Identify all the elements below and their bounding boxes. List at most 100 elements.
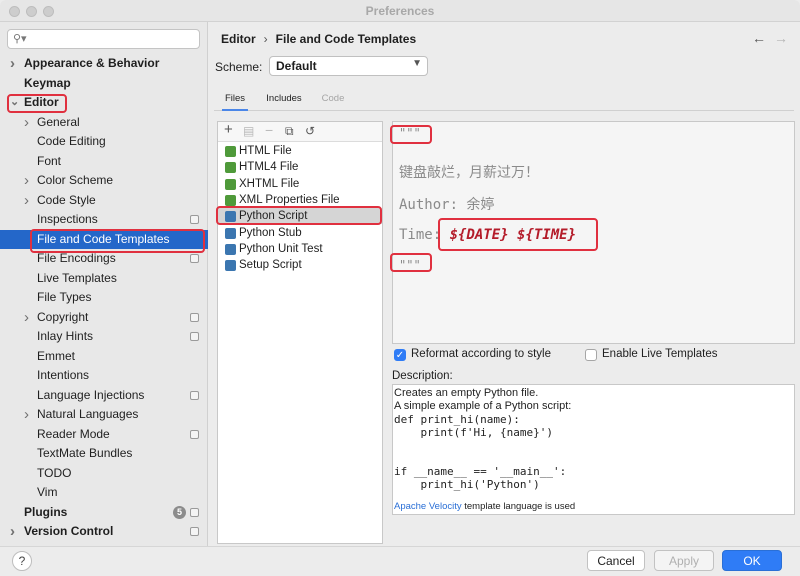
- tab-code[interactable]: Code: [320, 89, 346, 111]
- reformat-label: Reformat according to style: [411, 348, 551, 360]
- sidebar-item-vim[interactable]: Vim: [0, 483, 208, 503]
- plugins-update-badge: 5: [173, 505, 186, 519]
- description-line: Creates an empty Python file.: [394, 387, 539, 399]
- sidebar-item-language-injections[interactable]: Language Injections: [0, 386, 208, 406]
- apply-button[interactable]: Apply: [654, 550, 714, 571]
- sidebar-item-todo[interactable]: TODO: [0, 464, 208, 484]
- template-item-python-unit-test[interactable]: Python Unit Test: [218, 241, 382, 257]
- template-editor[interactable]: """ 键盘敲烂，月薪过万！ Author: 余婷 Time: ${DATE} …: [392, 121, 795, 344]
- editor-docstring-close: """: [399, 258, 421, 272]
- breadcrumb: Editor › File and Code Templates: [221, 32, 416, 46]
- file-template-icon: [225, 211, 236, 223]
- chevron-right-icon[interactable]: ›: [24, 308, 29, 327]
- search-icon: ⚲▾: [13, 33, 27, 45]
- sidebar-item-inlay-hints[interactable]: Inlay Hints: [0, 327, 208, 347]
- editor-line-time: Time: ${DATE} ${TIME}: [399, 227, 576, 243]
- cancel-button[interactable]: Cancel: [587, 550, 645, 571]
- template-item-html-file[interactable]: HTML File: [218, 143, 382, 159]
- window-title: Preferences: [365, 4, 435, 18]
- sidebar-item-file-encodings[interactable]: File Encodings: [0, 249, 208, 269]
- live-templates-label: Enable Live Templates: [602, 348, 718, 360]
- titlebar: Preferences: [0, 0, 800, 22]
- description-code-line: print(f'Hi, {name}'): [394, 426, 553, 439]
- sidebar-item-plugins[interactable]: Plugins 5: [0, 503, 208, 523]
- sidebar-item-code-editing[interactable]: Code Editing: [0, 132, 208, 152]
- sidebar-item-code-style[interactable]: › Code Style: [0, 191, 208, 211]
- sidebar-item-label: Live Templates: [37, 270, 117, 285]
- sidebar-item-intentions[interactable]: Intentions: [0, 366, 208, 386]
- add-icon[interactable]: +: [224, 121, 233, 138]
- sidebar-item-label: Editor: [24, 95, 59, 109]
- help-button[interactable]: ?: [12, 551, 32, 571]
- sidebar-item-font[interactable]: Font: [0, 152, 208, 172]
- breadcrumb-parent[interactable]: Editor: [221, 32, 256, 46]
- sidebar-item-label: Code Style: [37, 192, 96, 207]
- breadcrumb-current: File and Code Templates: [275, 32, 417, 46]
- chevron-down-icon[interactable]: ⌄: [10, 93, 19, 112]
- sidebar-item-label: File Types: [37, 290, 92, 304]
- sidebar-item-reader-mode[interactable]: Reader Mode: [0, 425, 208, 445]
- search-input[interactable]: ⚲▾: [7, 29, 200, 49]
- sidebar-item-label: TODO: [37, 465, 72, 480]
- scheme-value: Default: [276, 59, 317, 73]
- scheme-label: Scheme:: [215, 60, 263, 74]
- template-item-xhtml-file[interactable]: XHTML File: [218, 176, 382, 192]
- sidebar-item-emmet[interactable]: Emmet: [0, 347, 208, 367]
- chevron-right-icon[interactable]: ›: [24, 405, 29, 424]
- dialog-footer: ? Cancel Apply OK: [0, 546, 800, 576]
- arrow-right-icon[interactable]: →: [774, 30, 788, 46]
- main-panel: Editor › File and Code Templates ← → Schem…: [208, 22, 800, 546]
- remove-icon[interactable]: −: [265, 122, 273, 138]
- chevron-right-icon[interactable]: ›: [10, 54, 15, 73]
- breadcrumb-separator: ›: [263, 32, 268, 46]
- sidebar-item-version-control[interactable]: › Version Control: [0, 522, 208, 542]
- apache-velocity-link[interactable]: Apache Velocity: [394, 501, 462, 512]
- sidebar-item-live-templates[interactable]: Live Templates: [0, 269, 208, 289]
- copy-template-icon[interactable]: ▤: [243, 124, 254, 138]
- sidebar-item-editor[interactable]: ⌄ Editor: [0, 93, 208, 113]
- chevron-right-icon[interactable]: ›: [24, 171, 29, 190]
- description-code-line: print_hi('Python'): [394, 478, 540, 491]
- template-item-python-script[interactable]: Python Script: [218, 208, 382, 225]
- template-item-python-stub[interactable]: Python Stub: [218, 225, 382, 241]
- sidebar-item-natural-languages[interactable]: › Natural Languages: [0, 405, 208, 425]
- sidebar-item-general[interactable]: › General: [0, 113, 208, 133]
- tab-includes[interactable]: Includes: [264, 89, 304, 111]
- chevron-right-icon[interactable]: ›: [24, 191, 29, 210]
- file-template-icon: [225, 146, 236, 157]
- file-template-icon: [225, 260, 236, 272]
- sidebar-item-inspections[interactable]: Inspections: [0, 210, 208, 230]
- sidebar-item-color-scheme[interactable]: › Color Scheme: [0, 171, 208, 191]
- template-item-label: Python Script: [239, 210, 308, 223]
- template-tabs: Files Includes Code: [214, 89, 794, 111]
- template-item-label: HTML File: [239, 145, 292, 157]
- sidebar-item-textmate-bundles[interactable]: TextMate Bundles: [0, 444, 208, 464]
- chevron-right-icon[interactable]: ›: [10, 522, 15, 541]
- template-item-xml-properties-file[interactable]: XML Properties File: [218, 192, 382, 208]
- description-line: A simple example of a Python script:: [394, 400, 572, 412]
- template-toolbar: + ▤ − ⧉ ↺: [218, 121, 382, 142]
- template-item-html4-file[interactable]: HTML4 File: [218, 159, 382, 175]
- sidebar-item-file-and-code-templates[interactable]: File and Code Templates: [0, 229, 208, 249]
- project-settings-icon: [190, 390, 199, 400]
- chevron-right-icon[interactable]: ›: [24, 113, 29, 132]
- sidebar-item-file-types[interactable]: File Types: [0, 288, 208, 308]
- duplicate-icon[interactable]: ⧉: [285, 124, 294, 139]
- live-templates-checkbox[interactable]: [585, 349, 597, 361]
- reformat-checkbox[interactable]: ✓: [394, 349, 406, 361]
- tab-files[interactable]: Files: [222, 89, 248, 111]
- sidebar-item-copyright[interactable]: › Copyright: [0, 308, 208, 328]
- arrow-left-icon[interactable]: ←: [752, 30, 766, 46]
- project-settings-icon: [190, 507, 199, 517]
- reset-icon[interactable]: ↺: [305, 124, 315, 138]
- sidebar-item-appearance-behavior[interactable]: › Appearance & Behavior: [0, 54, 208, 74]
- template-item-setup-script[interactable]: Setup Script: [218, 257, 382, 273]
- sidebar-item-keymap[interactable]: Keymap: [0, 74, 208, 94]
- scheme-select[interactable]: Default ▼: [269, 56, 428, 76]
- sidebar-item-label: TextMate Bundles: [37, 446, 133, 460]
- sidebar-item-label: Language Injections: [37, 387, 145, 402]
- project-settings-icon: [190, 215, 199, 224]
- template-item-label: XML Properties File: [239, 193, 340, 206]
- template-list-panel: + ▤ − ⧉ ↺ HTML File HTML4 File XHTML File X…: [217, 121, 383, 544]
- ok-button[interactable]: OK: [722, 550, 782, 571]
